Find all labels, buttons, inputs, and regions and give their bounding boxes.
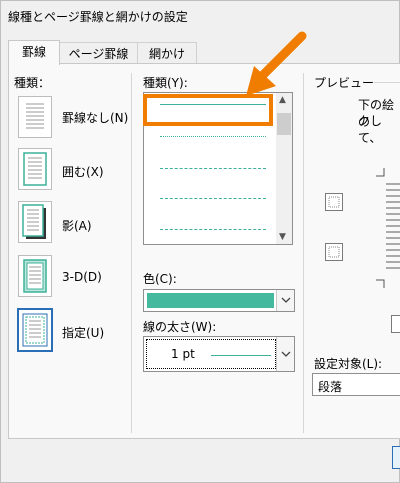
border-top-icon [328,196,340,208]
preview-description: クして、 [358,114,383,145]
apply-to-label: 設定対象(L): [314,357,383,371]
width-value: 1 pt [171,347,195,361]
box-border-icon [23,152,47,186]
left-border-button[interactable] [391,315,400,333]
box-setting-icon[interactable] [18,148,52,190]
ok-button[interactable] [392,446,400,469]
color-dropdown[interactable] [143,289,295,312]
tab-borders[interactable]: 罫線 [8,40,60,65]
setting-item-shadow[interactable]: 影(A) [62,217,92,234]
shadow-setting-icon[interactable] [18,201,52,243]
divider [303,73,304,433]
style-label: 種類(Y): [143,76,188,90]
style-option-dashed[interactable] [160,198,266,199]
setting-label: 種類： [14,76,51,90]
tab-page-border[interactable]: ページ罫線 [59,42,138,65]
preview-divider [374,82,400,83]
setting-item-none[interactable]: 罫線なし(N) [62,109,128,126]
custom-border-icon [22,313,48,347]
annotation-arrow-icon [246,31,307,96]
preview-page [376,168,400,288]
width-label: 線の太さ(W): [143,320,217,334]
width-value-box: 1 pt [146,339,276,369]
3d-border-icon [23,259,47,293]
setting-item-custom[interactable]: 指定(U) [62,324,104,341]
scroll-down-icon[interactable]: ▼ [279,232,286,242]
none-setting-icon[interactable] [18,96,52,138]
dialog-title: 線種とページ罫線と網かけの設定 [8,10,188,24]
setting-item-box[interactable]: 囲む(X) [62,163,104,180]
color-label: 色(C): [143,272,177,286]
chevron-down-icon[interactable] [276,290,294,311]
scroll-thumb[interactable] [277,113,291,135]
top-border-button[interactable] [325,193,343,211]
lines-icon [26,103,44,129]
preview-label: プレビュー [314,76,375,90]
tab-shading[interactable]: 網かけ [137,42,197,65]
width-dropdown[interactable]: 1 pt [143,336,295,372]
bottom-border-button[interactable] [325,243,343,261]
width-sample-line [211,355,271,356]
border-bottom-icon [328,246,340,258]
style-option-dash-dot-dot[interactable] [160,168,266,169]
divider [131,73,132,433]
style-option-dash-dot[interactable] [160,229,266,230]
list-scrollbar[interactable]: ▲ ▼ [276,93,292,244]
shadow-border-icon [22,204,46,239]
apply-to-dropdown[interactable]: 段落 [312,373,400,396]
apply-to-value: 段落 [318,380,343,394]
custom-setting-icon[interactable] [17,308,53,352]
chevron-down-icon[interactable] [276,337,294,371]
setting-item-3d[interactable]: 3-D(D) [62,270,102,284]
3d-setting-icon[interactable] [18,255,52,297]
style-option-dotted[interactable] [160,136,266,137]
color-swatch [147,293,274,308]
